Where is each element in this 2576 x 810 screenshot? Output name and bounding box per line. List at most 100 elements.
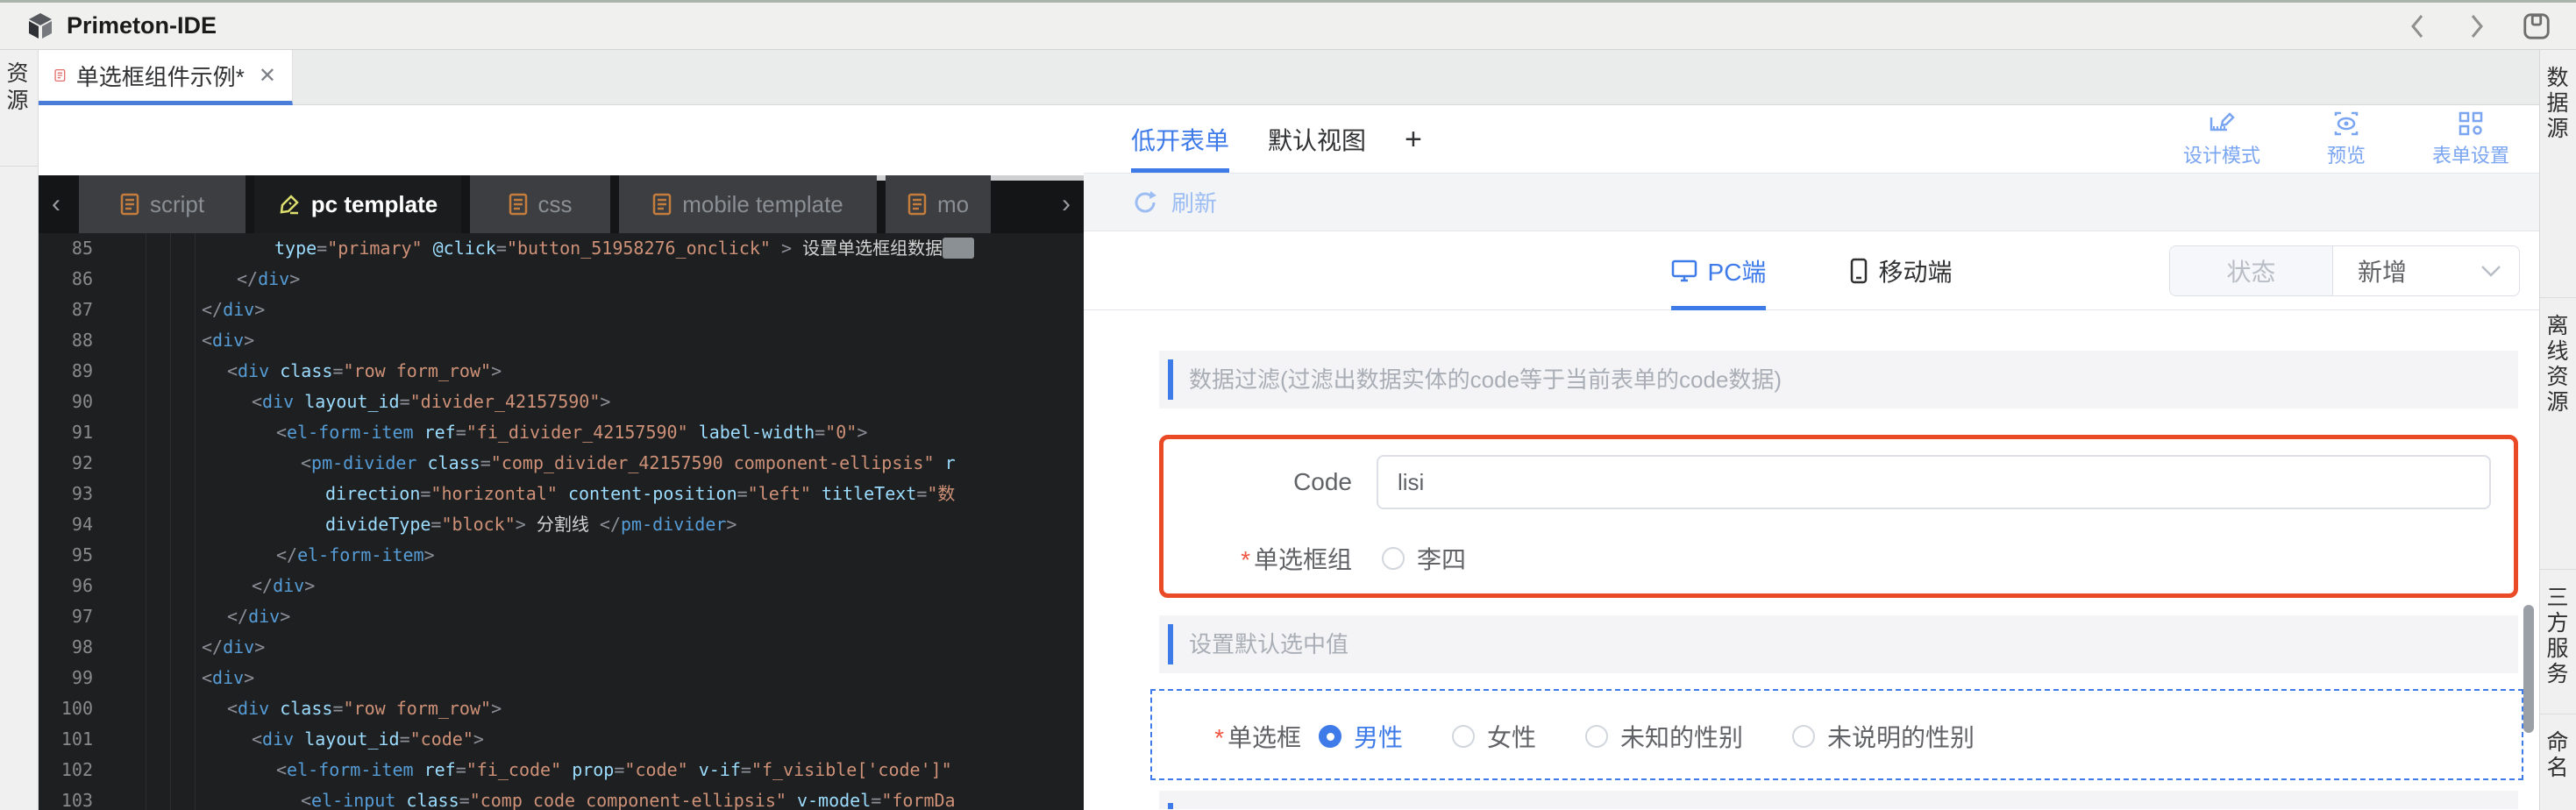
form-file-icon — [54, 68, 66, 82]
refresh-button[interactable]: 刷新 — [1171, 186, 1217, 218]
section-data-filter: 数据过滤(过滤出数据实体的code等于当前表单的code数据) — [1159, 351, 2518, 409]
code-line-89: 89 <div class="row form_row"> — [39, 356, 1084, 387]
code-line-90: 90 <div layout_id="divider_42157590"> — [39, 387, 1084, 417]
panel-tab-bar: 低开表单 默认视图 + 设计模式 预览 表单设置 — [1084, 105, 2539, 174]
form-settings-icon — [2459, 111, 2483, 136]
code-input[interactable]: lisi — [1377, 455, 2491, 509]
code-field-label: Code — [1293, 468, 1352, 495]
code-line-93: 93 direction="horizontal" content-positio… — [39, 479, 1084, 509]
design-mode-label: 设计模式 — [2182, 145, 2260, 167]
section-accent-bar — [1168, 803, 1173, 809]
tab-lowcode-form-label: 低开表单 — [1131, 126, 1230, 154]
code-line-100: 100 <div class="row form_row"> — [39, 693, 1084, 724]
code-line-95: 95 </el-form-item> — [39, 540, 1084, 571]
editor-tab-pc-template[interactable]: pc template — [254, 175, 461, 233]
right-rail-item[interactable]: 离线资源 — [2540, 298, 2576, 570]
code-line-85: 85 type="primary" @click="button_51958276… — [39, 233, 1084, 264]
tab-default-view-label: 默认视图 — [1268, 126, 1367, 154]
code-line-87: 87 </div> — [39, 295, 1084, 325]
radio-group-option-label: 李四 — [1417, 546, 1467, 573]
radio-group-field-label: * 单选框组 — [1241, 546, 1352, 573]
add-view-label: + — [1405, 123, 1422, 156]
section-default-value: 设置默认选中值 — [1159, 615, 2518, 673]
code-line-91: 91 <el-form-item ref="fi_divider_42157590… — [39, 417, 1084, 448]
tab-pc-view[interactable]: PC端 — [1670, 231, 1767, 310]
tab-pc-view-label: PC端 — [1707, 258, 1767, 286]
preview-label: 预览 — [2326, 145, 2366, 167]
radio-unchecked-icon[interactable] — [1792, 725, 1816, 748]
radio-checked-icon[interactable] — [1319, 725, 1341, 748]
panel-actions: 设计模式 预览 表单设置 — [2180, 105, 2513, 174]
tab-radio-component-example[interactable]: 单选框组件示例* ✕ — [39, 50, 293, 105]
status-select-label: 状态 — [2170, 246, 2333, 295]
highlighted-filter-group: Code lisi * 单选框组 李四 — [1159, 435, 2518, 598]
right-rail-item[interactable]: 命名Sql — [2540, 714, 2576, 810]
form-settings-label: 表单设置 — [2431, 145, 2509, 167]
gender-radio-option[interactable]: 女性 — [1452, 719, 1536, 754]
app-title: Primeton-IDE — [67, 12, 217, 39]
code-line-99: 99 <div> — [39, 663, 1084, 693]
gender-radio-option[interactable]: 未知的性别 — [1585, 719, 1743, 754]
gender-radio-option-label: 未知的性别 — [1620, 724, 1744, 751]
tab-mobile-view-label: 移动端 — [1878, 258, 1953, 286]
gender-radio-option[interactable]: 男性 — [1319, 719, 1403, 754]
section-data-filter-title: 数据过滤(过滤出数据实体的code等于当前表单的code数据) — [1189, 366, 1783, 393]
selected-radio-component[interactable]: * 单选框 男性 女性 未知的性别 未说明的性别 — [1150, 689, 2523, 780]
nav-forward-icon[interactable] — [2462, 11, 2492, 41]
form-canvas: PC端 移动端 状态 新增 数据过滤(过滤出数据实体的code等于当前表单的co… — [1084, 231, 2539, 809]
right-rail-item[interactable]: 数据源 — [2540, 50, 2576, 298]
phone-icon — [1851, 258, 1868, 283]
monitor-icon — [1671, 259, 1697, 281]
nav-back-icon[interactable] — [2402, 11, 2432, 41]
code-line-86: 86 </div> — [39, 264, 1084, 295]
editor-tab-script[interactable]: script — [79, 175, 246, 233]
tab-lowcode-form[interactable]: 低开表单 — [1131, 105, 1230, 173]
gender-radio-option-label: 女性 — [1487, 724, 1537, 751]
panel-scrollbar-thumb[interactable] — [2523, 605, 2534, 733]
save-icon[interactable] — [2522, 11, 2551, 41]
status-select-value[interactable]: 新增 — [2333, 246, 2519, 295]
radio-unchecked-icon[interactable] — [1452, 725, 1476, 748]
document-tab-strip: 单选框组件示例* ✕ — [39, 50, 2539, 105]
code-line-96: 96 </div> — [39, 571, 1084, 601]
form-area: 数据过滤(过滤出数据实体的code等于当前表单的code数据) Code lis… — [1084, 351, 2539, 809]
code-line-92: 92 <pm-divider class="comp_divider_421575… — [39, 448, 1084, 479]
add-view-button[interactable]: + — [1405, 105, 1422, 173]
code-line-98: 98 </div> — [39, 632, 1084, 663]
right-rail-item[interactable]: 三方服务 — [2540, 570, 2576, 714]
doc-tab-label: 单选框组件示例* — [75, 63, 245, 90]
panel-toolbar: 刷新 — [1084, 174, 2539, 231]
close-tab-icon[interactable]: ✕ — [259, 63, 276, 89]
design-mode-button[interactable]: 设计模式 — [2180, 110, 2264, 168]
form-settings-button[interactable]: 表单设置 — [2429, 110, 2513, 168]
editor-tab-css[interactable]: css — [470, 175, 610, 233]
form-designer-panel: 低开表单 默认视图 + 设计模式 预览 表单设置 刷新 PC端 移动端 状态 新… — [1084, 105, 2539, 810]
radio-unchecked-icon[interactable] — [1585, 725, 1609, 748]
gender-radio-option-label: 男性 — [1354, 724, 1404, 751]
tabs-scroll-left-icon[interactable]: ‹ — [39, 175, 74, 233]
required-asterisk: * — [1214, 724, 1224, 751]
tabs-scroll-right-icon[interactable]: › — [1049, 175, 1084, 233]
tab-default-view[interactable]: 默认视图 — [1268, 105, 1366, 173]
status-select[interactable]: 状态 新增 — [2169, 245, 2520, 296]
design-mode-icon — [2210, 112, 2235, 131]
section-accent-bar — [1168, 624, 1173, 664]
gender-radio-option[interactable]: 未说明的性别 — [1792, 719, 1975, 754]
left-sidebar: 资源 — [0, 50, 39, 810]
editor-tab-mo[interactable]: mo — [886, 175, 991, 233]
tab-mobile-view[interactable]: 移动端 — [1850, 231, 1952, 310]
code-line-103: 103 <el-input class="comp_code component-… — [39, 785, 1084, 810]
editor-tab-mobile-template[interactable]: mobile template — [619, 175, 877, 233]
radio-group-option[interactable]: 李四 — [1382, 541, 1466, 576]
section-accent-bar — [1168, 359, 1173, 400]
section-default-value-title: 设置默认选中值 — [1189, 631, 1349, 657]
refresh-icon[interactable] — [1131, 188, 1159, 217]
radio-unchecked-icon[interactable] — [1382, 547, 1405, 570]
code-area[interactable]: 85 type="primary" @click="button_51958276… — [39, 233, 1084, 810]
left-rail-item[interactable]: 资源 — [0, 50, 39, 167]
chevron-down-icon — [2481, 266, 2501, 277]
code-line-88: 88 <div> — [39, 325, 1084, 356]
status-current-value: 新增 — [2358, 259, 2408, 286]
preview-button[interactable]: 预览 — [2304, 110, 2388, 168]
radio-field-label: * 单选框 — [1214, 724, 1301, 751]
